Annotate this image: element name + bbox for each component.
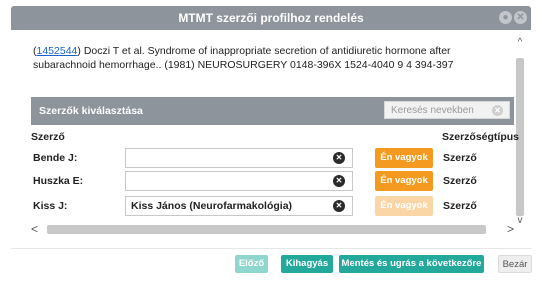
search-placeholder: Keresés nevekben (391, 105, 474, 116)
author-type: Szerző (443, 152, 477, 164)
dialog-content: (1452544) Doczi T et al. Syndrome of ina… (11, 30, 531, 240)
column-header-author: Szerző (31, 131, 65, 143)
horizontal-scroll-thumb[interactable] (47, 225, 486, 234)
author-name: Huszka E: (33, 175, 84, 187)
author-row: Kiss J: Kiss János (Neurofarmakológia) ✕… (31, 196, 514, 218)
its-me-button[interactable]: Én vagyok (375, 196, 433, 216)
author-row: Bende J: ✕ Én vagyok Szerző (31, 148, 514, 170)
previous-button[interactable]: Előző (235, 255, 268, 273)
author-type: Szerző (443, 175, 477, 187)
its-me-button[interactable]: Én vagyok (375, 171, 433, 191)
citation: (1452544) Doczi T et al. Syndrome of ina… (33, 44, 503, 72)
scroll-up-icon[interactable]: ^ (515, 38, 525, 48)
author-row: Huszka E: ✕ Én vagyok Szerző (31, 171, 514, 193)
scroll-down-icon[interactable]: v (515, 216, 525, 226)
close-button[interactable]: Bezár (498, 255, 532, 273)
scroll-right-icon[interactable]: > (507, 223, 514, 235)
column-header-author-type: Szerzőségtípus (442, 131, 520, 143)
close-icon[interactable]: ✕ (514, 11, 527, 24)
footer-divider (11, 248, 531, 249)
citation-id-link[interactable]: 1452544 (37, 45, 78, 57)
dialog: MTMT szerzői profilhoz rendelés ● ✕ (145… (0, 0, 542, 282)
minimize-icon[interactable]: ● (499, 11, 512, 24)
citation-suffix: ) (77, 45, 81, 57)
clear-icon[interactable]: ✕ (333, 175, 345, 187)
search-input[interactable]: Keresés nevekben ✕ (384, 101, 510, 119)
its-me-button[interactable]: Én vagyok (375, 148, 433, 168)
skip-button[interactable]: Kihagyás (281, 255, 333, 273)
author-name: Bende J: (33, 152, 78, 164)
clear-icon[interactable]: ✕ (333, 152, 345, 164)
dialog-titlebar[interactable]: MTMT szerzői profilhoz rendelés ● ✕ (11, 6, 531, 30)
author-match-field[interactable]: Kiss János (Neurofarmakológia) (125, 196, 353, 216)
horizontal-scrollbar[interactable]: < > (31, 223, 514, 235)
clear-icon[interactable]: ✕ (333, 200, 345, 212)
save-and-next-button[interactable]: Mentés és ugrás a következőre (339, 255, 484, 273)
author-match-field[interactable] (125, 148, 353, 168)
author-match-field[interactable] (125, 171, 353, 191)
dialog-title: MTMT szerzői profilhoz rendelés (178, 11, 364, 25)
authors-section-header: Szerzők kiválasztása Keresés nevekben ✕ (31, 97, 514, 125)
author-name: Kiss J: (33, 200, 68, 212)
authors-section-title: Szerzők kiválasztása (39, 105, 143, 117)
citation-text: Doczi T et al. Syndrome of inappropriate… (33, 45, 454, 71)
author-match-value: Kiss János (Neurofarmakológia) (131, 200, 293, 212)
scroll-left-icon[interactable]: < (31, 223, 38, 235)
author-type: Szerző (443, 200, 477, 212)
search-clear-icon[interactable]: ✕ (492, 105, 503, 116)
